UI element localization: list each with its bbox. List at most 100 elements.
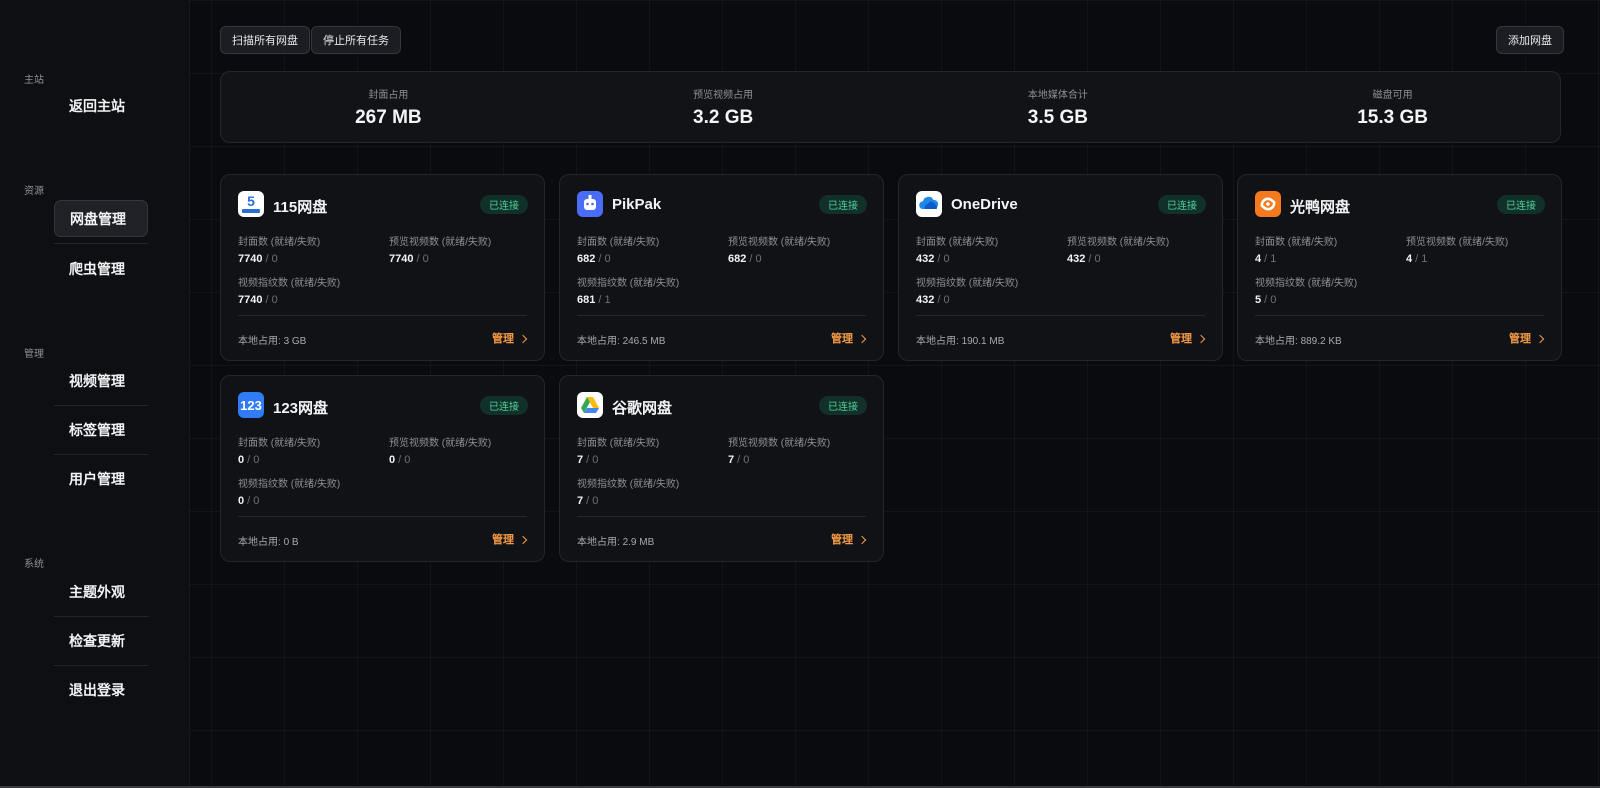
- separator: /: [583, 454, 593, 466]
- svg-text:123: 123: [240, 398, 262, 413]
- preview-metric: 预览视频数 (就绪/失败) 682 / 0: [728, 233, 830, 265]
- metric-label: 预览视频数 (就绪/失败): [1406, 237, 1509, 248]
- local-usage: 本地占用: 190.1 MB: [916, 332, 1004, 347]
- metric-label: 预览视频数 (就绪/失败): [728, 438, 831, 449]
- usage-label: 本地占用:: [238, 336, 284, 347]
- sidebar-item-tag-management[interactable]: 标签管理: [54, 411, 148, 448]
- sidebar-section-manage: 管理: [24, 349, 44, 360]
- metric-label: 封面数 (就绪/失败): [577, 438, 660, 449]
- stat-cover-usage: 封面占用 267 MB: [221, 72, 556, 142]
- status-badge: 已连接: [1497, 195, 1545, 214]
- ready-count: 7740: [238, 253, 263, 265]
- sidebar-item-logout[interactable]: 退出登录: [54, 671, 148, 708]
- card-divider: [238, 315, 527, 316]
- sidebar-item-theme[interactable]: 主题外观: [54, 573, 148, 610]
- stat-label: 封面占用: [368, 89, 409, 101]
- separator: /: [1412, 253, 1422, 265]
- ready-count: 432: [1067, 253, 1086, 265]
- failed-count: 0: [404, 454, 411, 466]
- nav-divider: [54, 616, 148, 617]
- failed-count: 0: [743, 454, 750, 466]
- drive-name: 115网盘: [273, 199, 328, 216]
- separator: /: [244, 454, 254, 466]
- chevron-right-icon: [518, 535, 528, 544]
- manage-button[interactable]: 管理: [1509, 330, 1545, 346]
- local-usage: 本地占用: 3 GB: [238, 332, 306, 347]
- manage-label: 管理: [831, 534, 853, 546]
- cover-metric: 封面数 (就绪/失败) 4 / 1: [1255, 233, 1337, 265]
- failed-count: 0: [1270, 294, 1277, 306]
- local-usage: 本地占用: 2.9 MB: [577, 533, 654, 548]
- failed-count: 0: [271, 294, 278, 306]
- sidebar-section-main: 主站: [24, 75, 44, 86]
- separator: /: [262, 253, 272, 265]
- sidebar-item-crawler-management[interactable]: 爬虫管理: [54, 250, 148, 287]
- usage-value: 0 B: [283, 537, 299, 548]
- stop-all-tasks-button[interactable]: 停止所有任务: [311, 26, 401, 54]
- failed-count: 0: [943, 253, 950, 265]
- drive-name: 光鸭网盘: [1290, 199, 1351, 216]
- sidebar-item-video-management[interactable]: 视频管理: [54, 362, 148, 399]
- failed-count: 1: [1270, 253, 1277, 265]
- stat-disk-free: 磁盘可用 15.3 GB: [1225, 72, 1560, 142]
- separator: /: [1261, 253, 1271, 265]
- metric-label: 封面数 (就绪/失败): [238, 438, 321, 449]
- status-badge: 已连接: [480, 396, 528, 415]
- local-usage: 本地占用: 889.2 KB: [1255, 332, 1342, 347]
- ready-count: 432: [916, 253, 935, 265]
- drive-card: 5 115网盘 已连接 封面数 (就绪/失败) 7740 / 0 预览视频数 (就绪/失败…: [220, 174, 545, 361]
- card-divider: [577, 516, 866, 517]
- metric-label: 封面数 (就绪/失败): [916, 237, 999, 248]
- cover-metric: 封面数 (就绪/失败) 682 / 0: [577, 233, 659, 265]
- google-drive-icon: [577, 392, 603, 418]
- manage-label: 管理: [492, 534, 514, 546]
- usage-label: 本地占用:: [916, 336, 962, 347]
- metric-value: 7740 / 0: [389, 253, 491, 265]
- svg-text:5: 5: [247, 193, 255, 209]
- manage-button[interactable]: 管理: [831, 531, 867, 547]
- usage-label: 本地占用:: [577, 336, 623, 347]
- drive-123-icon: 123: [238, 392, 264, 418]
- sidebar-item-check-updates[interactable]: 检查更新: [54, 622, 148, 659]
- separator: /: [934, 294, 944, 306]
- manage-button[interactable]: 管理: [1170, 330, 1206, 346]
- failed-count: 0: [422, 253, 429, 265]
- preview-metric: 预览视频数 (就绪/失败) 4 / 1: [1406, 233, 1508, 265]
- preview-metric: 预览视频数 (就绪/失败) 7740 / 0: [389, 233, 491, 265]
- failed-count: 0: [604, 253, 611, 265]
- drive-name: OneDrive: [951, 196, 1018, 213]
- card-divider: [238, 516, 527, 517]
- stat-preview-usage: 预览视频占用 3.2 GB: [556, 72, 891, 142]
- fingerprint-metric: 视频指纹数 (就绪/失败) 7740 / 0: [238, 274, 340, 306]
- status-badge: 已连接: [819, 396, 867, 415]
- fingerprint-metric: 视频指纹数 (就绪/失败) 432 / 0: [916, 274, 1018, 306]
- failed-count: 1: [1421, 253, 1428, 265]
- metric-value: 0 / 0: [238, 454, 320, 466]
- sidebar-item-drive-management[interactable]: 网盘管理: [54, 200, 148, 237]
- sidebar-item-back-to-main[interactable]: 返回主站: [54, 87, 148, 124]
- nav-divider: [54, 243, 148, 244]
- usage-value: 889.2 KB: [1300, 336, 1342, 347]
- sidebar-item-user-management[interactable]: 用户管理: [54, 460, 148, 497]
- manage-button[interactable]: 管理: [831, 330, 867, 346]
- manage-button[interactable]: 管理: [492, 531, 528, 547]
- preview-metric: 预览视频数 (就绪/失败) 432 / 0: [1067, 233, 1169, 265]
- separator: /: [746, 253, 756, 265]
- status-badge: 已连接: [1158, 195, 1206, 214]
- metric-value: 5 / 0: [1255, 294, 1357, 306]
- scan-all-drives-button[interactable]: 扫描所有网盘: [220, 26, 310, 54]
- ready-count: 682: [577, 253, 596, 265]
- failed-count: 0: [755, 253, 762, 265]
- separator: /: [262, 294, 272, 306]
- card-divider: [916, 315, 1205, 316]
- metric-value: 432 / 0: [916, 253, 998, 265]
- stat-label: 本地媒体合计: [1027, 89, 1088, 101]
- add-drive-button[interactable]: 添加网盘: [1496, 26, 1564, 54]
- metric-value: 0 / 0: [238, 495, 340, 507]
- separator: /: [734, 454, 744, 466]
- manage-button[interactable]: 管理: [492, 330, 528, 346]
- drive-card: 谷歌网盘 已连接 封面数 (就绪/失败) 7 / 0 预览视频数 (就绪/失败) 7 / …: [559, 375, 884, 562]
- drive-card: 123 123网盘 已连接 封面数 (就绪/失败) 0 / 0 预览视频数 (就绪/失败)…: [220, 375, 545, 562]
- separator: /: [395, 454, 405, 466]
- sidebar: 主站 返回主站 资源 网盘管理 爬虫管理 管理 视频管理 标签管理 用户管理 系…: [0, 0, 190, 788]
